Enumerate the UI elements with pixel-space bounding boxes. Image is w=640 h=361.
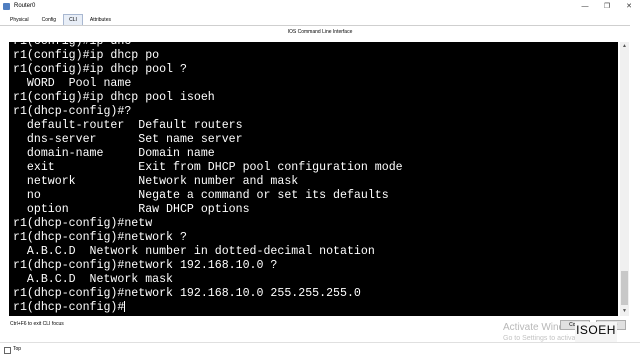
close-button[interactable]: ✕: [618, 0, 640, 12]
cli-terminal[interactable]: r1(config)#ip dhcr1(config)#ip dhcp por1…: [9, 42, 618, 316]
scroll-thumb[interactable]: [621, 271, 628, 305]
terminal-line: r1(dhcp-config)#netw: [13, 217, 153, 230]
window-titlebar: Router0 — ❐ ✕: [0, 0, 640, 12]
terminal-line: no Negate a command or set its defaults: [13, 189, 389, 202]
scroll-up-arrow-icon[interactable]: ▲: [620, 42, 629, 51]
terminal-line: A.B.C.D Network number in dotted-decimal…: [13, 245, 375, 258]
cli-focus-hint: Ctrl+F6 to exit CLI focus: [10, 321, 64, 327]
maximize-button[interactable]: ❐: [596, 0, 618, 12]
terminal-line: r1(config)#ip dhcp po: [13, 49, 160, 62]
minimize-button[interactable]: —: [574, 0, 596, 12]
terminal-line: default-router Default routers: [13, 119, 243, 132]
terminal-output: r1(config)#ip dhcr1(config)#ip dhcp por1…: [9, 42, 403, 315]
terminal-line: r1(config)#ip dhc: [9, 42, 403, 49]
router-app-icon: [3, 2, 10, 10]
terminal-line: WORD Pool name: [13, 77, 132, 90]
terminal-line: network Network number and mask: [13, 175, 299, 188]
brand-text: ISOEH: [576, 323, 616, 337]
bottom-bar: [0, 342, 640, 361]
scroll-down-arrow-icon[interactable]: ▼: [620, 307, 629, 316]
terminal-line: A.B.C.D Network mask: [13, 273, 174, 286]
tab-bar: Physical Config CLI Attributes: [4, 14, 118, 26]
terminal-scrollbar[interactable]: ▲ ▼: [620, 42, 629, 316]
terminal-line: r1(config)#ip dhcp pool isoeh: [13, 91, 215, 104]
top-checkbox-label: Top: [13, 346, 22, 352]
terminal-line: r1(config)#ip dhcp pool ?: [13, 63, 187, 76]
window-title: Router0: [14, 3, 36, 9]
text-cursor: [124, 301, 126, 313]
panel-title: IOS Command Line Interface: [287, 29, 353, 35]
tab-divider: [0, 25, 630, 26]
terminal-line: r1(dhcp-config)#: [13, 301, 126, 314]
terminal-line: r1(dhcp-config)#network 192.168.10.0 ?: [13, 259, 278, 272]
terminal-line: dns-server Set name server: [13, 133, 243, 146]
terminal-line: r1(dhcp-config)#network ?: [13, 231, 187, 244]
terminal-line: option Raw DHCP options: [13, 203, 250, 216]
top-checkbox[interactable]: [4, 347, 11, 354]
terminal-line: r1(dhcp-config)#network 192.168.10.0 255…: [13, 287, 361, 300]
terminal-line: domain-name Domain name: [13, 147, 215, 160]
terminal-line: exit Exit from DHCP pool configuration m…: [13, 161, 403, 174]
window-controls: — ❐ ✕: [574, 0, 640, 12]
terminal-line: r1(dhcp-config)#?: [13, 105, 132, 118]
